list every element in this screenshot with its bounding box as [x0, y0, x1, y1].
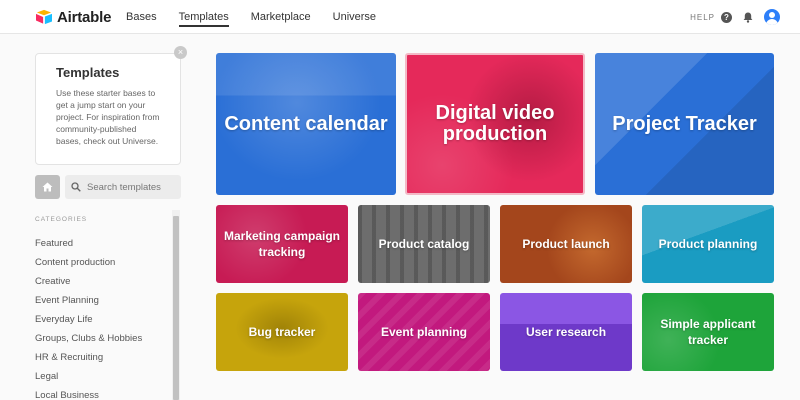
nav-marketplace[interactable]: Marketplace — [251, 0, 311, 34]
template-event-planning[interactable]: Event planning — [358, 293, 490, 371]
template-project-tracker[interactable]: Project Tracker — [595, 53, 774, 195]
category-legal[interactable]: Legal — [35, 367, 142, 386]
template-label: Product launch — [522, 237, 610, 251]
template-label: Event planning — [380, 325, 467, 339]
template-content-calendar[interactable]: Content calendar — [216, 53, 396, 195]
template-user-research[interactable]: User research — [500, 293, 632, 371]
template-label: Project Tracker — [612, 112, 757, 135]
template-label: Digital video production — [435, 102, 555, 145]
header-tools: HELP ? — [690, 0, 780, 34]
category-local-business[interactable]: Local Business — [35, 386, 142, 400]
info-card-text: Use these starter bases to get a jump st… — [56, 88, 160, 146]
category-groups-clubs-hobbies[interactable]: Groups, Clubs & Hobbies — [35, 329, 142, 348]
template-label: Product catalog — [378, 237, 470, 251]
category-featured[interactable]: Featured — [35, 234, 142, 253]
template-label: Product planning — [658, 237, 758, 251]
template-label: Simple applicant tracker — [660, 317, 756, 347]
main-nav: Bases Templates Marketplace Universe — [126, 0, 398, 34]
help-label[interactable]: HELP — [690, 13, 715, 22]
user-avatar-icon[interactable] — [764, 9, 780, 25]
template-label: User research — [525, 325, 607, 339]
category-everyday-life[interactable]: Everyday Life — [35, 310, 142, 329]
template-product-launch[interactable]: Product launch — [500, 205, 632, 283]
template-product-catalog[interactable]: Product catalog — [358, 205, 490, 283]
template-digital-video-production[interactable]: Digital video production — [405, 53, 585, 195]
category-creative[interactable]: Creative — [35, 272, 142, 291]
template-label: Marketing campaign tracking — [223, 229, 341, 259]
info-card-title: Templates — [56, 65, 120, 80]
category-hr-recruiting[interactable]: HR & Recruiting — [35, 348, 142, 367]
top-nav-bar: Airtable Bases Templates Marketplace Uni… — [0, 0, 800, 34]
categories-list: Featured Content production Creative Eve… — [35, 234, 142, 400]
help-icon[interactable]: ? — [721, 11, 732, 23]
nav-bases[interactable]: Bases — [126, 0, 157, 34]
nav-templates[interactable]: Templates — [178, 0, 229, 34]
close-info-card-icon[interactable]: × — [174, 46, 187, 59]
template-simple-applicant-tracker[interactable]: Simple applicant tracker — [642, 293, 774, 371]
template-bug-tracker[interactable]: Bug tracker — [216, 293, 348, 371]
home-button[interactable] — [35, 175, 60, 199]
template-label: Bug tracker — [248, 325, 316, 339]
search-templates-input[interactable] — [87, 181, 177, 193]
templates-info-card: Templates Use these starter bases to get… — [35, 53, 181, 165]
notification-bell-icon[interactable] — [743, 12, 753, 23]
template-marketing-campaign-tracking[interactable]: Marketing campaign tracking — [216, 205, 348, 283]
nav-universe[interactable]: Universe — [333, 0, 376, 34]
airtable-logo[interactable]: Airtable — [35, 8, 111, 26]
app-name: Airtable — [57, 8, 112, 26]
search-box — [65, 175, 181, 199]
template-product-planning[interactable]: Product planning — [642, 205, 774, 283]
home-icon — [42, 182, 53, 192]
category-event-planning[interactable]: Event Planning — [35, 291, 142, 310]
template-label: Content calendar — [224, 112, 388, 135]
categories-header: CATEGORIES — [35, 216, 88, 223]
sidebar-scrollbar[interactable] — [172, 210, 180, 400]
airtable-logo-icon — [36, 9, 52, 25]
sidebar-scroll-thumb[interactable] — [173, 216, 179, 400]
search-icon — [71, 182, 81, 192]
category-content-production[interactable]: Content production — [35, 253, 142, 272]
